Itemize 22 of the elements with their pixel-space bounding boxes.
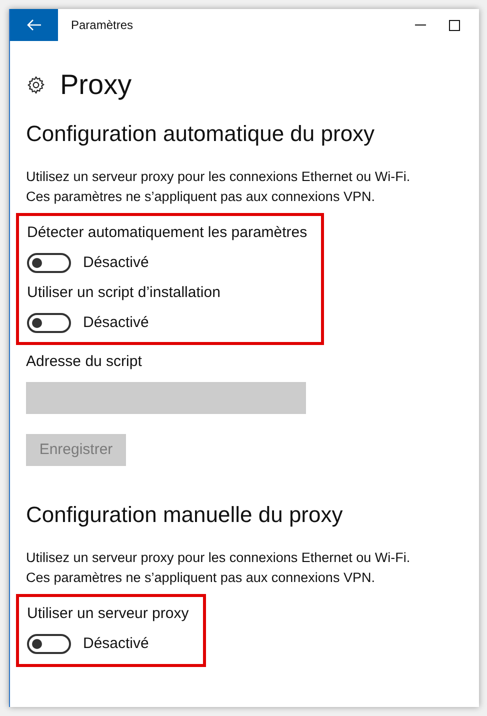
maximize-icon	[449, 20, 460, 30]
toggle-switch[interactable]	[27, 312, 71, 333]
toggle-label: Utiliser un script d’installation	[27, 282, 222, 302]
back-arrow-icon	[27, 19, 41, 31]
window-title: Paramètres	[71, 17, 134, 34]
description-text: Ces paramètres ne s’appliquent pas aux connexions VPN.	[26, 569, 376, 587]
description-text: Ces paramètres ne s’appliquent pas aux connexions VPN.	[26, 188, 376, 206]
minimize-icon	[414, 24, 426, 26]
page-title: Proxy	[60, 68, 132, 102]
section-heading: Configuration manuelle du proxy	[26, 501, 344, 529]
gear-icon	[26, 75, 46, 95]
field-label: Adresse du script	[26, 352, 143, 372]
toggle-switch[interactable]	[27, 253, 71, 274]
description-text: Utilisez un serveur proxy pour les connexions Ethernet ou Wi-Fi.	[26, 549, 412, 567]
section-heading: Configuration automatique du proxy	[26, 120, 376, 148]
toggle-state: Désactivé	[83, 634, 149, 654]
toggle-switch[interactable]	[27, 634, 71, 654]
description-text: Utilisez un serveur proxy pour les connexions Ethernet ou Wi-Fi.	[26, 168, 412, 186]
toggle-state: Désactivé	[83, 253, 149, 273]
toggle-state: Désactivé	[83, 312, 149, 332]
toggle-label: Détecter automatiquement les paramètres	[27, 223, 308, 243]
toggle-label: Utiliser un serveur proxy	[27, 604, 189, 624]
